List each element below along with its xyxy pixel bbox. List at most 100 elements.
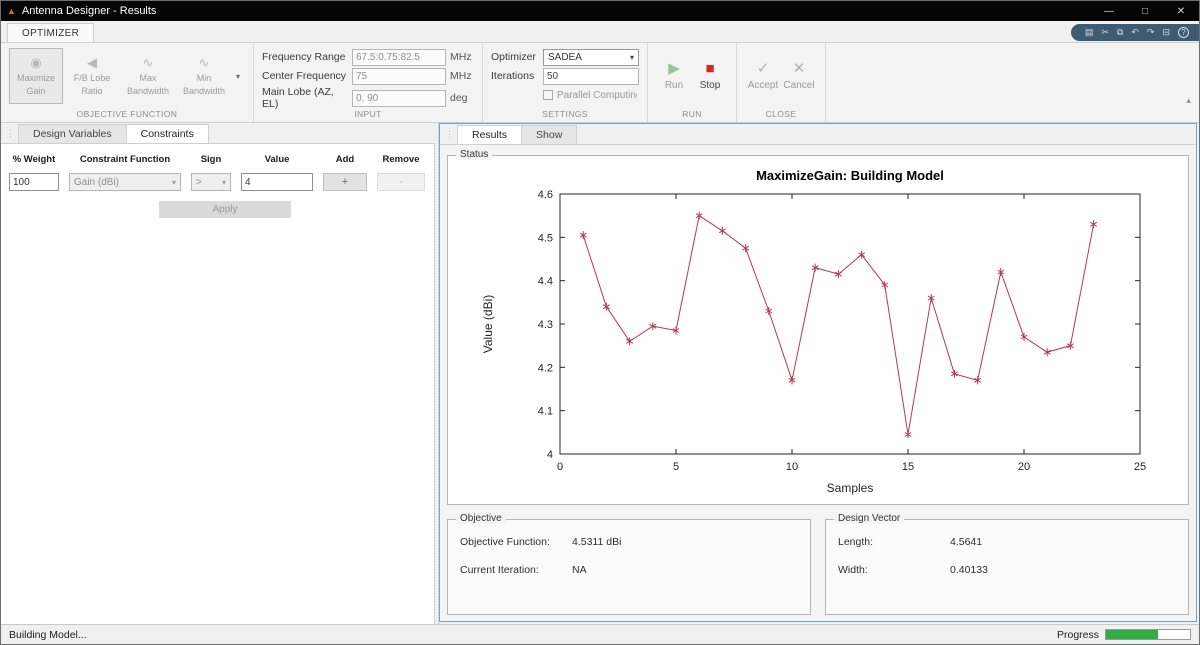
panel-grip-icon[interactable]: ⋮ (442, 129, 457, 140)
max-bandwidth-label-1: Max (139, 73, 157, 84)
summary-row: Objective Objective Function: 4.5311 dBi… (447, 513, 1189, 615)
remove-constraint-button[interactable]: - (377, 173, 425, 191)
center-frequency-input[interactable] (352, 67, 446, 85)
results-chart-svg: 0 5 10 15 20 25 4 4.1 4.2 4.3 4.4 4.5 4.6 MaximizeGai… (481, 168, 1146, 495)
print-icon[interactable]: ⊟ (1162, 28, 1170, 37)
chevron-down-icon: ▾ (171, 177, 176, 187)
current-iteration-value: NA (572, 564, 587, 576)
sign-value: > (196, 176, 202, 188)
chart: 0 5 10 15 20 25 4 4.1 4.2 4.3 4.4 4.5 4.6 MaximizeGai… (468, 154, 1168, 506)
sign-select[interactable]: > ▾ (191, 173, 231, 191)
svg-text:25: 25 (1134, 461, 1146, 473)
tab-constraints[interactable]: Constraints (125, 124, 209, 143)
stop-button[interactable]: ■ Stop (692, 48, 728, 104)
tab-design-variables[interactable]: Design Variables (18, 124, 127, 143)
fb-lobe-ratio-button[interactable]: ◀ F/B Lobe Ratio (65, 48, 119, 104)
constraint-function-select[interactable]: Gain (dBi) ▾ (69, 173, 181, 191)
constraint-function-value: Gain (dBi) (74, 176, 120, 188)
maximize-gain-label-1: Maximize (16, 73, 55, 84)
toolstrip: ◉ Maximize Gain ◀ F/B Lobe Ratio ∿ Max B… (1, 43, 1199, 123)
main-lobe-unit: deg (450, 92, 468, 104)
progress-indicator: Progress (1057, 629, 1191, 641)
frequency-range-input[interactable] (352, 48, 446, 66)
accept-label: Accept (747, 80, 779, 91)
constraints-table-header: % Weight Constraint Function Sign Value … (9, 154, 428, 165)
cancel-icon: ✕ (792, 60, 806, 77)
fb-lobe-ratio-label-2: Ratio (81, 86, 103, 96)
save-icon[interactable]: ▤ (1085, 28, 1094, 37)
titlebar: ▲ Antenna Designer - Results — □ ✕ (1, 1, 1199, 21)
cancel-button[interactable]: ✕ Cancel (781, 48, 817, 104)
min-bandwidth-button[interactable]: ∿ Min Bandwidth (177, 48, 231, 104)
svg-text:4.3: 4.3 (538, 319, 553, 331)
add-constraint-button[interactable]: + (323, 173, 367, 191)
length-label: Length: (838, 536, 874, 548)
svg-text:5: 5 (673, 461, 679, 473)
minimize-button[interactable]: — (1091, 1, 1127, 21)
svg-text:MaximizeGain: Building Model: MaximizeGain: Building Model (756, 168, 944, 183)
chevron-down-icon: ▾ (221, 177, 226, 187)
maximize-gain-label-2: Gain (26, 86, 46, 96)
cut-icon[interactable]: ✂ (1101, 28, 1109, 37)
status-groupbox: Status 0 5 10 15 20 25 4 4.1 4.2 4.3 4.4 4.5 4.6 Maxi… (447, 149, 1189, 506)
undo-icon[interactable]: ↶ (1131, 28, 1139, 37)
weight-input[interactable] (9, 173, 59, 191)
maximize-gain-button[interactable]: ◉ Maximize Gain (9, 48, 63, 104)
svg-text:4.4: 4.4 (538, 276, 553, 288)
run-button[interactable]: ▶ Run (656, 48, 692, 104)
design-vector-groupbox: Design Vector Length: 4.5641 Width: 0.40… (825, 513, 1189, 615)
constraints-pane: % Weight Constraint Function Sign Value … (1, 144, 435, 624)
accept-icon: ✓ (756, 60, 770, 77)
accept-button[interactable]: ✓ Accept (745, 48, 781, 104)
header-weight: % Weight (12, 154, 56, 165)
left-panel-tabs: ⋮ Design Variables Constraints (1, 123, 435, 144)
redo-icon[interactable]: ↷ (1147, 28, 1155, 37)
max-bandwidth-button[interactable]: ∿ Max Bandwidth (121, 48, 175, 104)
tab-show[interactable]: Show (521, 125, 578, 144)
optimizer-select[interactable]: SADEA ▾ (543, 48, 639, 66)
maximize-button[interactable]: □ (1127, 1, 1163, 21)
width-label: Width: (838, 564, 868, 576)
help-icon[interactable]: ? (1178, 27, 1189, 38)
value-input[interactable] (241, 173, 313, 191)
progress-fill (1106, 630, 1159, 639)
optimizer-value: SADEA (548, 51, 582, 63)
design-vector-groupbox-label: Design Vector (834, 513, 905, 524)
panel-grip-icon[interactable]: ⋮ (3, 128, 18, 139)
collapse-ribbon-icon[interactable]: ▴ (1186, 95, 1191, 106)
objective-groupbox: Objective Objective Function: 4.5311 dBi… (447, 513, 811, 615)
objective-gallery-dropdown-icon[interactable]: ▾ (231, 48, 245, 104)
cancel-label: Cancel (783, 80, 815, 91)
window-controls: — □ ✕ (1091, 1, 1199, 21)
current-iteration-label: Current Iteration: (460, 564, 539, 576)
center-frequency-label: Center Frequency (262, 70, 347, 82)
parallel-computing-checkbox[interactable] (543, 90, 553, 100)
max-bandwidth-icon: ∿ (142, 55, 154, 71)
copy-icon[interactable]: ⧉ (1117, 28, 1123, 37)
maximize-gain-icon: ◉ (30, 55, 42, 71)
current-iteration-row: Current Iteration: NA (460, 564, 810, 576)
tab-optimizer[interactable]: OPTIMIZER (7, 23, 95, 42)
svg-text:10: 10 (786, 461, 798, 473)
iterations-input[interactable] (543, 67, 639, 85)
svg-text:4.1: 4.1 (538, 406, 553, 418)
center-frequency-unit: MHz (450, 70, 472, 82)
objective-function-row: Objective Function: 4.5311 dBi (460, 536, 810, 548)
apply-button[interactable]: Apply (159, 201, 291, 218)
header-add: Add (335, 154, 355, 165)
main-lobe-input[interactable] (352, 89, 446, 107)
fb-lobe-ratio-icon: ◀ (87, 55, 97, 71)
section-input: Frequency Range MHz Center Frequency MHz… (254, 43, 483, 122)
tab-results[interactable]: Results (457, 125, 523, 144)
section-settings: Optimizer SADEA ▾ Iterations Parallel Co… (483, 43, 648, 122)
length-value: 4.5641 (950, 536, 983, 548)
frequency-range-unit: MHz (450, 51, 472, 63)
status-text: Building Model... (9, 628, 87, 641)
svg-text:4.2: 4.2 (538, 362, 553, 374)
objective-function-label: Objective Function: (460, 536, 550, 548)
svg-text:4.5: 4.5 (538, 232, 553, 244)
header-sign: Sign (200, 154, 222, 165)
quick-access-toolbar: ▤ ✂ ⧉ ↶ ↷ ⊟ ? (1070, 24, 1199, 41)
app-window: ▲ Antenna Designer - Results — □ ✕ OPTIM… (0, 0, 1200, 645)
close-button[interactable]: ✕ (1163, 1, 1199, 21)
